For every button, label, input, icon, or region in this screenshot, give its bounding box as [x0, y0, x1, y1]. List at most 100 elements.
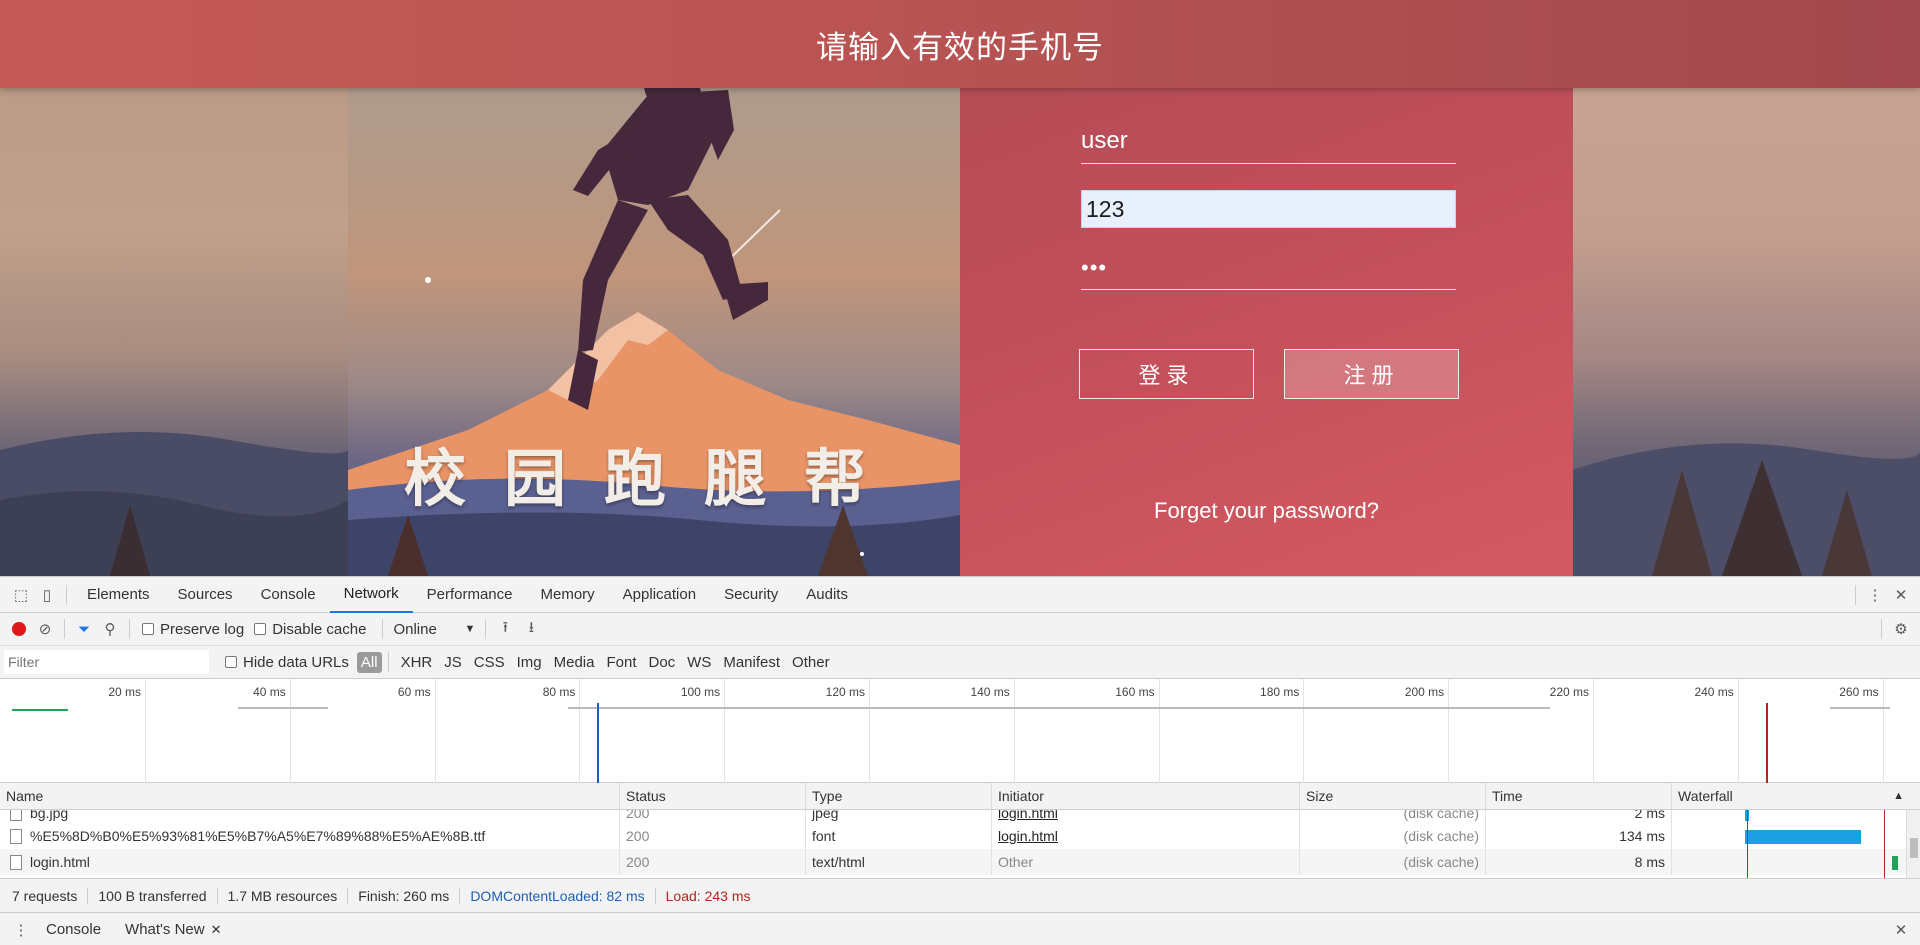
timeline-gridline [1593, 679, 1594, 783]
timeline-tick-label: 140 ms [970, 685, 1010, 699]
timeline-bar [1830, 707, 1890, 709]
timeline-bar [568, 707, 1550, 709]
filter-type-font[interactable]: Font [600, 654, 642, 671]
timeline-gridline [724, 679, 726, 783]
register-button[interactable]: 注册 [1284, 349, 1459, 399]
tab-memory[interactable]: Memory [527, 577, 609, 613]
cell-type: font [806, 823, 992, 849]
network-status-bar: 7 requests 100 B transferred 1.7 MB reso… [0, 878, 1920, 913]
drawer-tab-whats-new[interactable]: What's New ✕ [113, 921, 233, 938]
filter-icon[interactable]: ⏷ [71, 616, 97, 642]
device-toolbar-icon[interactable]: ▯ [34, 582, 60, 608]
username-field[interactable]: user [1081, 124, 1456, 164]
tab-console[interactable]: Console [247, 577, 330, 613]
status-resources: 1.7 MB resources [218, 887, 349, 904]
more-options-icon[interactable]: ⋮ [1862, 582, 1888, 608]
timeline-bar [238, 707, 328, 709]
column-name[interactable]: Name [0, 783, 620, 809]
filter-type-js[interactable]: JS [438, 654, 468, 671]
column-waterfall[interactable]: Waterfall ▲ [1672, 783, 1920, 809]
scrollbar-thumb[interactable] [1910, 838, 1918, 858]
divider [66, 584, 67, 605]
column-size[interactable]: Size [1300, 783, 1486, 809]
disable-cache-checkbox[interactable]: Disable cache [254, 621, 366, 638]
forgot-password-link[interactable]: Forget your password? [960, 498, 1573, 524]
waterfall-bar [1892, 856, 1898, 870]
checkbox-icon[interactable] [142, 623, 154, 635]
inspect-element-icon[interactable]: ⬚ [8, 582, 34, 608]
close-icon[interactable]: ✕ [211, 922, 222, 938]
tab-security[interactable]: Security [710, 577, 792, 613]
tab-elements[interactable]: Elements [73, 577, 164, 613]
record-icon[interactable] [6, 616, 32, 642]
filter-type-img[interactable]: Img [511, 654, 548, 671]
phone-field[interactable]: 123 [1081, 190, 1456, 228]
login-button[interactable]: 登录 [1079, 349, 1254, 399]
filter-type-manifest[interactable]: Manifest [717, 654, 786, 671]
hero-title: 校园跑腿帮 [403, 442, 904, 515]
filter-type-all[interactable]: All [356, 651, 382, 673]
toast-message: 请输入有效的手机号 [816, 29, 1104, 65]
file-icon [10, 810, 22, 821]
checkbox-icon[interactable] [254, 623, 267, 635]
tab-network[interactable]: Network [329, 577, 413, 613]
hide-data-urls-checkbox[interactable]: Hide data URLs [225, 654, 349, 671]
initiator-link[interactable]: login.html [998, 810, 1058, 821]
import-har-icon[interactable]: ⭱ [492, 616, 518, 642]
timeline-tick-label: 160 ms [1115, 685, 1155, 699]
close-devtools-icon[interactable]: ✕ [1888, 582, 1914, 608]
password-field[interactable]: ••• [1081, 250, 1456, 290]
preserve-log-checkbox[interactable]: Preserve log [142, 621, 244, 638]
timeline-tick-label: 80 ms [542, 685, 576, 699]
drawer-menu-icon[interactable]: ⋮ [8, 917, 34, 943]
filter-input[interactable] [4, 650, 209, 674]
timeline-tick-label: 40 ms [253, 685, 286, 699]
search-icon[interactable]: ⚲ [97, 616, 123, 642]
load-marker [1766, 703, 1768, 783]
table-row[interactable]: %E5%8D%B0%E5%93%81%E5%B7%A5%E7%89%88%E5%… [0, 823, 1920, 849]
table-scrollbar[interactable] [1906, 810, 1920, 883]
filter-type-media[interactable]: Media [548, 654, 601, 671]
phone-value: 123 [1086, 195, 1125, 222]
filter-type-css[interactable]: CSS [468, 654, 511, 671]
disable-cache-label: Disable cache [272, 620, 367, 638]
column-initiator[interactable]: Initiator [992, 783, 1300, 809]
close-drawer-icon[interactable]: ✕ [1888, 917, 1914, 943]
tab-performance[interactable]: Performance [413, 577, 527, 613]
initiator-link[interactable]: login.html [998, 828, 1058, 844]
file-icon [10, 828, 22, 844]
filter-type-ws[interactable]: WS [681, 654, 717, 671]
tab-sources[interactable]: Sources [164, 577, 247, 613]
timeline-gridline [145, 679, 146, 783]
clear-icon[interactable]: ⊘ [32, 616, 58, 642]
network-overview-timeline: 20 ms 40 ms 60 ms 80 ms 100 ms 120 ms 140 ms 16… [0, 679, 1920, 783]
timeline-tick-label: 240 ms [1694, 685, 1734, 699]
throttle-select[interactable]: Online ▼ [389, 621, 479, 638]
filter-type-xhr[interactable]: XHR [395, 654, 439, 671]
timeline-tick-label: 60 ms [397, 685, 431, 699]
tab-audits[interactable]: Audits [792, 577, 862, 613]
drawer-tab-console[interactable]: Console [34, 921, 113, 938]
filter-type-doc[interactable]: Doc [642, 654, 681, 671]
filter-type-other[interactable]: Other [786, 654, 836, 671]
export-har-icon[interactable]: ⭳ [518, 616, 544, 642]
column-type[interactable]: Type [806, 783, 992, 809]
table-row[interactable]: login.html 200 text/html Other (disk cache) 8… [0, 849, 1920, 875]
validation-toast: 请输入有效的手机号 [0, 0, 1920, 88]
timeline-gridline [1448, 679, 1450, 783]
timeline-tick-label: 20 ms [108, 685, 141, 699]
load-marker [1884, 810, 1885, 883]
password-mask: ••• [1081, 255, 1108, 280]
cell-initiator[interactable]: login.html [992, 823, 1300, 849]
divider [387, 652, 389, 672]
cell-status: 200 [620, 823, 806, 849]
column-time[interactable]: Time [1486, 783, 1672, 809]
request-name: bg.jpg [30, 810, 69, 821]
tab-application[interactable]: Application [609, 577, 710, 613]
gear-icon[interactable]: ⚙ [1888, 616, 1914, 642]
timeline-gridline [434, 679, 436, 783]
dcl-marker [1747, 810, 1748, 883]
checkbox-icon[interactable] [225, 656, 237, 668]
column-status[interactable]: Status [620, 783, 806, 809]
cell-type: text/html [806, 849, 992, 875]
